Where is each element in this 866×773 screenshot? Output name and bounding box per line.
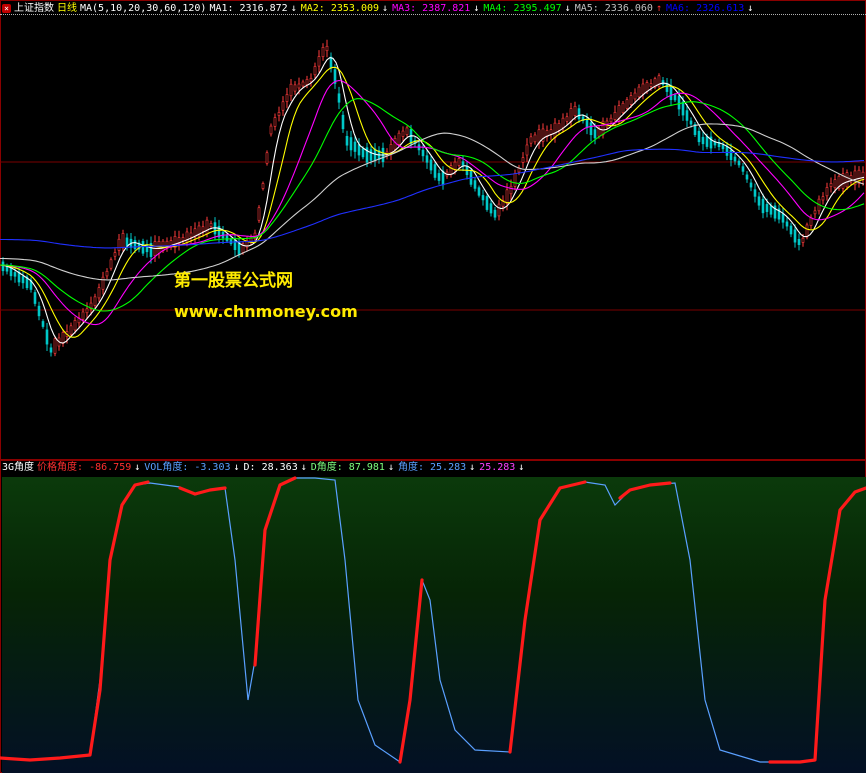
arrow-icon: ↓ [233,462,240,473]
arrow-icon: ↓ [382,3,389,14]
price-angle-line [253,476,297,667]
price-angle-line [508,480,587,754]
arrow-icon: ↓ [518,462,525,473]
angle-legend-item-1: VOL角度: -3.303 [144,462,231,473]
ma-params: MA(5,10,20,30,60,120) [80,3,207,14]
period-label[interactable]: 日线 [57,3,77,14]
legend-divider [0,14,866,17]
price-angle-line [618,481,672,500]
arrow-icon: ↓ [747,3,754,14]
arrow-icon: ↓ [469,462,476,473]
index-name: 上证指数 [14,3,54,14]
vol-angle-line [0,477,866,764]
price-angle-line [398,578,424,764]
angle-indicator-chart [0,476,866,764]
arrow-icon: ↓ [473,3,480,14]
ma-legend-item-3: MA4: 2395.497 [483,3,562,14]
angle-legend-item-4: 角度: 25.283 [397,462,467,473]
ma-legend-item-1: MA2: 2353.009 [300,3,380,14]
price-angle-line [768,486,866,764]
angle-legend-item-2: D: 28.363 [243,462,298,473]
ma-legend-item-0: MA1: 2316.872 [209,3,288,14]
close-icon[interactable]: × [2,4,11,13]
angle-legend-item-5: 25.283 [479,462,516,473]
arrow-icon: ↓ [564,3,571,14]
price-angle-line [178,486,227,496]
arrow-icon: ↓ [300,462,307,473]
ma-legend-item-5: MA6: 2326.613 [666,3,745,14]
ma-legend-item-2: MA3: 2387.821 [392,3,471,14]
arrow-icon: ↑ [655,3,662,14]
price-angle-line [0,480,150,762]
arrow-icon: ↓ [290,3,297,14]
angle-legend-item-0: 价格角度: -86.759 [37,462,132,473]
ma-legend-item-4: MA5: 2336.060 [574,3,653,14]
arrow-icon: ↓ [387,462,394,473]
angle-legend-item-3: D角度: 87.981 [310,462,385,473]
watermark-title: 第一股票公式网 [174,271,293,291]
indicator-name: 3G角度 [2,462,35,473]
watermark-url: www.chnmoney.com [174,302,358,321]
arrow-icon: ↓ [134,462,141,473]
sub-legend: 3G角度 价格角度: -86.759 ↓ VOL角度: -3.303 ↓ D: 28.36… [2,461,531,475]
